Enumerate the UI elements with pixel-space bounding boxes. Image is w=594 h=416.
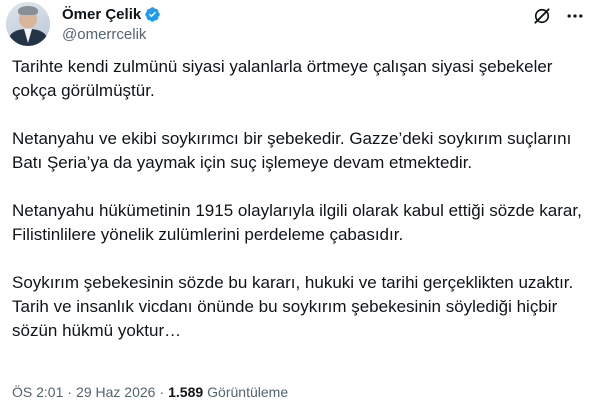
meta-separator: ·: [159, 384, 165, 400]
views-count: 1.589: [168, 384, 204, 400]
tweet-time[interactable]: ÖS 2:01: [12, 384, 63, 400]
tweet-date[interactable]: 29 Haz 2026: [76, 384, 155, 400]
author-handle[interactable]: @omerrcelik: [62, 26, 146, 43]
tweet-paragraph: Tarih ve insanlık vicdanı önünde bu soyk…: [12, 297, 558, 340]
tweet-meta: ÖS 2:01 · 29 Haz 2026 · 1.589 Görüntülem…: [12, 384, 288, 400]
more-options-icon[interactable]: [565, 6, 585, 26]
meta-separator: ·: [67, 384, 73, 400]
tweet-paragraph: Soykırım şebekesinin sözde bu kararı, hu…: [12, 273, 574, 292]
verified-badge-icon: [144, 6, 161, 23]
author-display-name[interactable]: Ömer Çelik: [62, 6, 141, 23]
author-name-row[interactable]: Ömer Çelik: [62, 4, 161, 24]
tweet-text: Tarihte kendi zulmünü siyasi yalanlarla …: [12, 55, 582, 343]
tweet-paragraph: Tarihte kendi zulmünü siyasi yalanlarla …: [12, 57, 553, 100]
views-label: Görüntüleme: [207, 384, 289, 400]
grok-icon[interactable]: [532, 6, 552, 26]
tweet-paragraph: Netanyahu hükümetinin 1915 olaylarıyla i…: [12, 201, 582, 244]
avatar[interactable]: [6, 2, 50, 46]
tweet-header: Ömer Çelik @omerrcelik: [0, 0, 594, 56]
tweet-paragraph: Netanyahu ve ekibi soykırımcı bir şebeke…: [12, 129, 572, 172]
